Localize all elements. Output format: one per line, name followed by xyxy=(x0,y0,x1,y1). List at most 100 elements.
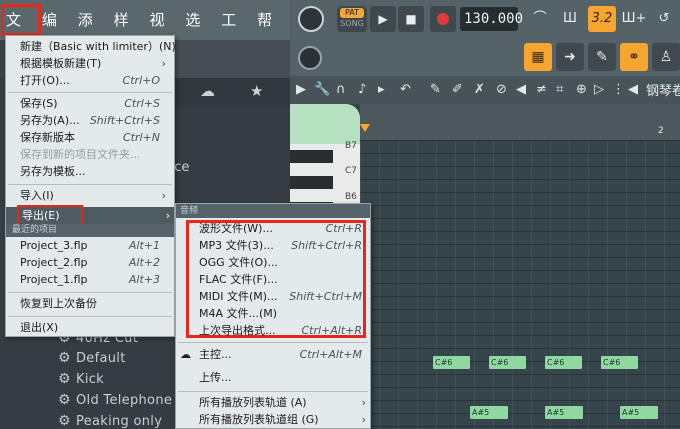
browser-item[interactable]: ⚙ Peaking only xyxy=(58,411,162,429)
menu-item-recent-project[interactable]: Project_2.flp Alt+2 xyxy=(20,254,166,271)
loop-record-icon[interactable]: ↺ xyxy=(650,6,678,32)
plugin-icon-button[interactable]: ♙ xyxy=(652,43,680,71)
speaker-left-icon[interactable]: ◀ xyxy=(628,82,638,97)
arrow-tool-button[interactable]: ➜ xyxy=(556,43,584,71)
menu-item-open[interactable]: 打开(O)... Ctrl+O xyxy=(20,72,166,89)
mute-icon[interactable]: ⊘ xyxy=(496,82,507,97)
menu-item-save-new-version[interactable]: 保存新版本 Ctrl+N xyxy=(20,129,166,146)
recent-projects-header: 最近的项目 xyxy=(6,224,174,237)
playhead-marker[interactable] xyxy=(360,124,370,132)
menu-item-recent-project[interactable]: Project_1.flp Alt+3 xyxy=(20,271,166,288)
speaker-icon[interactable]: ◀ xyxy=(516,82,526,97)
menu-options[interactable]: 选项 xyxy=(182,6,218,57)
triangle-right-icon[interactable]: ▶ xyxy=(296,82,306,97)
step-edit-icon[interactable]: Ш+ xyxy=(620,6,648,32)
black-key[interactable] xyxy=(290,176,333,189)
note-block[interactable]: C#6 xyxy=(545,356,582,369)
chevron-right-icon: › xyxy=(161,57,166,70)
file-menu: 新建（Basic with limiter）(N) 根据模板新建(T) › 打开(… xyxy=(5,35,176,337)
black-key[interactable] xyxy=(290,150,333,163)
piano-roll-view-button[interactable]: ▦ xyxy=(524,43,552,71)
note-block[interactable]: A#5 xyxy=(470,406,508,419)
cloud-icon[interactable]: ☁ xyxy=(200,82,215,100)
gear-icon: ⚙ xyxy=(58,350,71,366)
menu-item-save-as-template[interactable]: 另存为模板... xyxy=(20,163,166,180)
time-display[interactable]: 3.2 xyxy=(588,6,616,32)
menu-item-export-wave[interactable]: 波形文件(W)... Ctrl+R xyxy=(199,220,362,237)
cloud-icon: ☁ xyxy=(180,348,191,361)
star-icon[interactable]: ★ xyxy=(250,82,263,100)
note-grid[interactable] xyxy=(360,140,680,429)
menu-edit[interactable]: 编辑 xyxy=(39,6,75,57)
main-menu-bar: 文件 编辑 添加 样式 视图 选项 工具 帮助 xyxy=(0,0,290,57)
note-block[interactable]: C#6 xyxy=(489,356,526,369)
pencil-icon[interactable]: ✎ xyxy=(430,82,441,97)
note-block[interactable]: C#6 xyxy=(601,356,638,369)
browser-item[interactable]: ⚙ Default xyxy=(58,348,126,368)
menu-item-export-mp3[interactable]: MP3 文件(3)... Shift+Ctrl+R xyxy=(199,237,362,254)
note-icon[interactable]: ♪ xyxy=(358,82,366,97)
master-pitch-knob[interactable] xyxy=(298,46,322,70)
menu-item-export-ogg[interactable]: OGG 文件(O)... xyxy=(199,254,362,271)
menu-patterns[interactable]: 样式 xyxy=(111,6,147,57)
menu-item-save[interactable]: 保存(S) Ctrl+S xyxy=(20,95,166,112)
menu-item-export-flac[interactable]: FLAC 文件(F)... xyxy=(199,271,362,288)
timeline-ruler[interactable] xyxy=(360,104,680,140)
menu-view[interactable]: 视图 xyxy=(147,6,183,57)
metronome-swing-icon[interactable]: ⌒ xyxy=(526,6,554,32)
menu-item-upload[interactable]: 上传... xyxy=(199,369,362,386)
undo-icon[interactable]: ↶ xyxy=(400,82,411,97)
menu-item-master[interactable]: 主控... Ctrl+Alt+M xyxy=(199,346,362,363)
menu-item-import[interactable]: 导入(I) › xyxy=(20,187,166,204)
menu-item-last-export-format[interactable]: 上次导出格式... Ctrl+Alt+R xyxy=(199,322,362,339)
browser-header xyxy=(175,78,290,106)
draw-tool-button[interactable]: ✎ xyxy=(588,43,616,71)
paint-icon[interactable]: ✐ xyxy=(452,82,463,97)
tempo-display[interactable]: 130.000 xyxy=(460,7,523,31)
menu-item-revert-backup[interactable]: 恢复到上次备份 xyxy=(20,295,166,312)
menu-item-all-playlist-tracks[interactable]: 所有播放列表轨道 (A) › xyxy=(199,394,366,411)
play-button[interactable]: ▶ xyxy=(370,6,396,32)
pattern-song-toggle[interactable]: PAT SONG xyxy=(337,6,367,32)
menu-item-recent-project[interactable]: Project_3.flp Alt+1 xyxy=(20,237,166,254)
note-block[interactable]: A#5 xyxy=(620,406,658,419)
stop-button[interactable]: ■ xyxy=(398,6,424,32)
pat-label: PAT xyxy=(340,8,364,18)
slice-icon[interactable]: ≠ xyxy=(536,82,547,97)
note-block[interactable]: A#5 xyxy=(545,406,583,419)
menu-item-export-label[interactable]: 导出(E) xyxy=(17,205,83,226)
menu-item-new-from-template[interactable]: 根据模板新建(T) › xyxy=(20,55,166,72)
select-icon[interactable]: ⌗ xyxy=(556,82,563,97)
menu-add[interactable]: 添加 xyxy=(75,6,111,57)
menu-item-exit[interactable]: 退出(X) xyxy=(20,319,166,336)
wrench-icon[interactable]: 🔧 xyxy=(314,82,330,97)
play-step-icon[interactable]: ▸ xyxy=(378,82,385,97)
menu-item-save-to-folder: 保存到新的项目文件夹... xyxy=(20,148,141,161)
browser-item[interactable]: ⚙ Kick xyxy=(58,369,104,389)
record-button[interactable] xyxy=(430,6,456,32)
link-tool-button[interactable]: ⚭ xyxy=(620,43,648,71)
play-icon: ▶ xyxy=(378,12,388,26)
typing-keyboard-icon[interactable]: Ш xyxy=(556,6,584,32)
menu-item-save-as[interactable]: 另存为(A)... Shift+Ctrl+S xyxy=(20,112,166,129)
browser-item[interactable]: ⚙ Old Telephone xyxy=(58,390,172,410)
note-block[interactable]: C#6 xyxy=(433,356,470,369)
menu-item-export-m4a[interactable]: M4A 文件...(M) xyxy=(199,305,362,322)
chevron-right-icon: › xyxy=(361,413,366,426)
master-volume-knob[interactable] xyxy=(298,6,324,32)
waveform-icon[interactable]: ⋮ xyxy=(612,82,625,97)
menu-item-export-midi[interactable]: MIDI 文件(M)... Shift+Ctrl+M xyxy=(199,288,362,305)
playback-icon[interactable]: ▷ xyxy=(594,82,604,97)
erase-icon[interactable]: ✗ xyxy=(474,82,485,97)
magnet-icon[interactable]: ∩ xyxy=(336,82,346,97)
menu-help[interactable]: 帮助 xyxy=(254,6,290,57)
menu-item-new[interactable]: 新建（Basic with limiter）(N) xyxy=(20,38,176,55)
zoom-icon[interactable]: ⊕ xyxy=(576,82,587,97)
menu-file[interactable]: 文件 xyxy=(1,4,41,57)
record-icon xyxy=(437,13,449,25)
chevron-right-icon: › xyxy=(165,209,170,222)
menu-tools[interactable]: 工具 xyxy=(218,6,254,57)
key-label-c7: C7 xyxy=(345,166,358,176)
menu-item-all-playlist-track-groups[interactable]: 所有播放列表轨道组 (G) › xyxy=(199,411,366,428)
stop-icon: ■ xyxy=(405,12,417,26)
